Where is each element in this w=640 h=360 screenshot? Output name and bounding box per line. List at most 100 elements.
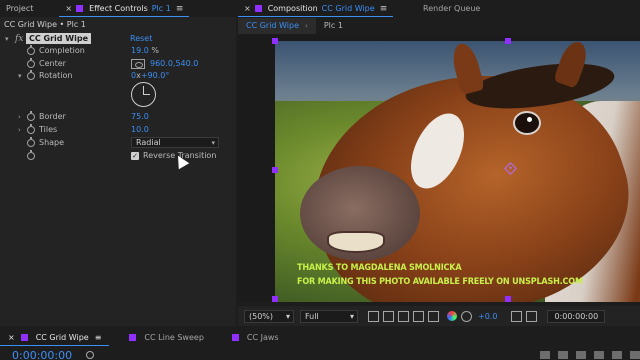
transparency-grid-icon[interactable] [383,310,394,322]
prop-center: Center 960.0,540.0 [0,58,236,70]
timeline-switches [532,351,640,359]
prop-reverse-transition: ✓ Reverse Transition [0,150,236,162]
tab-effect-controls-label: Effect Controls [89,4,148,13]
prop-rotation-value[interactable]: 0x+90.0° [131,70,169,82]
chevron-down-icon[interactable]: ▾ [5,35,9,43]
layer-handle[interactable] [272,296,278,302]
photo-credit-line1: THANKS TO MAGDALENA SMOLNICKA [297,263,462,273]
subtab-cc-grid-wipe[interactable]: CC Grid Wipe ‹ [238,18,316,34]
stopwatch-icon[interactable] [27,124,35,134]
channel-icon[interactable] [428,310,439,322]
zoom-dropdown[interactable]: (50%) ▾ [244,309,294,323]
color-management-icon[interactable] [447,311,457,321]
label-color-swatch [231,334,239,341]
comp-flowchart-tabs: CC Grid Wipe ‹ Plc 1 [238,18,640,34]
effect-name[interactable]: CC Grid Wipe [26,33,92,44]
tab-composition[interactable]: × Composition CC Grid Wipe ≡ [238,0,394,17]
prop-border: › Border 75.0 [0,111,236,123]
tab-project[interactable]: Project [0,0,39,17]
label-color-swatch [20,334,28,341]
comp-flowchart-icon[interactable] [540,351,550,359]
prop-tiles: › Tiles 10.0 [0,124,236,136]
label-color-swatch [129,334,137,341]
effect-controls-title: CC Grid Wipe • Plc 1 [4,20,86,29]
stopwatch-icon[interactable] [27,58,35,68]
tab-composition-target: CC Grid Wipe [321,4,375,13]
label-color-swatch [76,5,84,12]
stopwatch-icon[interactable] [27,137,35,147]
timeline-tab-cc-jaws[interactable]: CC Jaws [224,329,287,346]
reverse-transition-checkbox[interactable]: ✓ [131,152,139,160]
panel-menu-icon[interactable]: ≡ [176,4,184,14]
camera-snapshot-icon[interactable] [511,310,523,322]
reset-link[interactable]: Reset [130,34,152,43]
panel-menu-icon[interactable]: ≡ [95,333,102,342]
tab-project-label: Project [6,4,34,13]
timeline-current-time[interactable]: 0:00:00:00 [12,349,72,360]
prop-completion-value[interactable]: 19.0 % [131,45,159,57]
shy-icon[interactable] [576,351,586,359]
shape-dropdown[interactable]: Radial ▾ [131,137,219,148]
exposure-value[interactable]: +0.0 [478,312,497,321]
stopwatch-icon[interactable] [27,150,35,160]
prop-shape-label: Shape [39,138,65,147]
prop-border-value[interactable]: 75.0 [131,111,149,123]
guides-icon[interactable] [413,310,424,322]
motion-blur-icon[interactable] [612,351,622,359]
close-icon[interactable]: × [65,4,72,13]
fx-icon[interactable]: fx [15,34,23,44]
left-tabbar: Project × Effect Controls Plc 1 ≡ [0,0,236,17]
chevron-down-icon: ▾ [211,139,215,147]
timeline-panel: × CC Grid Wipe ≡ CC Line Sweep CC Jaws 0… [0,329,640,360]
tab-effect-controls[interactable]: × Effect Controls Plc 1 ≡ [59,0,190,17]
stopwatch-icon[interactable] [27,111,35,121]
layer-handle[interactable] [272,38,278,44]
tab-composition-label: Composition [267,4,318,13]
panel-menu-icon[interactable]: ≡ [380,4,388,14]
region-of-interest-icon[interactable] [368,310,379,322]
search-icon[interactable] [86,351,94,359]
show-snapshot-icon[interactable] [526,310,538,322]
prop-completion: Completion 19.0 % [0,45,236,57]
tab-effect-controls-target: Plc 1 [151,4,171,13]
prop-tiles-value[interactable]: 10.0 [131,124,149,136]
composition-viewer[interactable]: THANKS TO MAGDALENA SMOLNICKA FOR MAKING… [238,35,640,302]
crosshair-icon[interactable] [131,59,145,69]
close-icon[interactable]: × [8,333,15,342]
timeline-tab-cc-grid-wipe[interactable]: × CC Grid Wipe ≡ [0,329,110,346]
arrow-left-icon: ‹ [305,22,308,30]
layer-handle[interactable] [505,296,511,302]
timeline-tab-cc-line-sweep[interactable]: CC Line Sweep [121,329,211,346]
close-icon[interactable]: × [244,4,251,13]
chevron-right-icon[interactable]: › [18,124,21,136]
effect-header-row[interactable]: ▾ fx CC Grid Wipe Reset [0,33,236,44]
prop-border-label: Border [39,112,66,121]
composition-panel: × Composition CC Grid Wipe ≡ Render Queu… [238,0,640,326]
label-color-swatch [254,5,262,12]
mask-visibility-icon[interactable] [398,310,409,322]
graph-editor-icon[interactable] [630,351,640,359]
prop-center-value[interactable]: 960.0,540.0 [150,58,198,70]
prop-rotation: ▾ Rotation 0x+90.0° [0,70,236,82]
subtab-plc1[interactable]: Plc 1 [316,18,351,34]
prop-shape: Shape Radial ▾ [0,137,236,149]
frame-blend-icon[interactable] [594,351,604,359]
layer-handle[interactable] [272,167,278,173]
exposure-reset-icon[interactable] [461,310,472,322]
photo-credit-line2: FOR MAKING THIS PHOTO AVAILABLE FREELY O… [297,277,583,287]
resolution-dropdown[interactable]: Full ▾ [300,309,358,323]
rotation-dial[interactable] [131,82,156,107]
prop-completion-label: Completion [39,46,85,55]
tab-render-queue[interactable]: Render Queue [423,0,480,17]
layer-handle[interactable] [505,38,511,44]
prop-tiles-label: Tiles [39,125,58,134]
prop-rotation-label: Rotation [39,71,73,80]
effect-controls-panel: Project × Effect Controls Plc 1 ≡ CC Gri… [0,0,236,326]
chevron-down-icon[interactable]: ▾ [18,70,22,82]
chevron-right-icon[interactable]: › [18,111,21,123]
stopwatch-icon[interactable] [27,70,35,80]
draft-3d-icon[interactable] [558,351,568,359]
current-time-display[interactable]: 0:00:00:00 [547,309,606,323]
stopwatch-icon[interactable] [27,45,35,55]
horse-photo: THANKS TO MAGDALENA SMOLNICKA FOR MAKING… [275,41,640,302]
